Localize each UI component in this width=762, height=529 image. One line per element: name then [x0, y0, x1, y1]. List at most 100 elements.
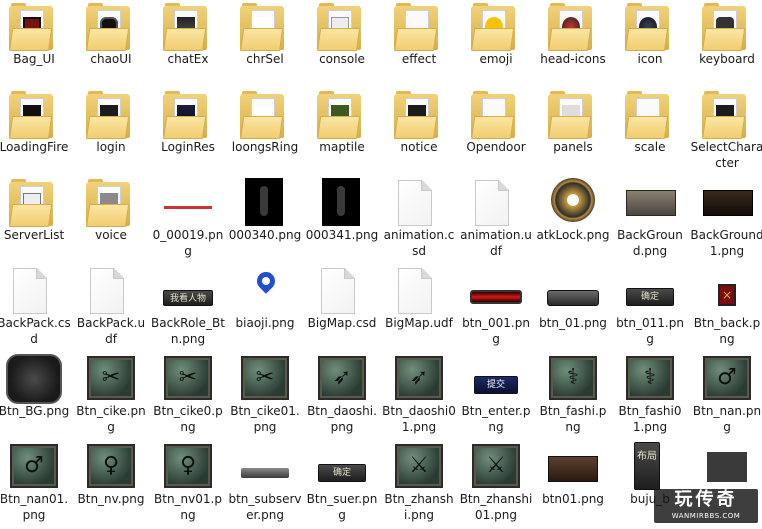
folder-item[interactable]: SelectCharacter: [689, 88, 762, 176]
file-item[interactable]: 提交 Btn_enter.png: [458, 352, 534, 440]
file-item[interactable]: biaoji.png: [227, 264, 303, 352]
image-thumbnail-icon: [227, 442, 303, 492]
image-thumbnail-icon: 确定: [304, 442, 380, 492]
file-item[interactable]: 000341.png: [304, 176, 380, 264]
item-label: LoadingFire: [0, 140, 69, 154]
folder-item[interactable]: voice: [73, 176, 149, 264]
folder-item[interactable]: console: [304, 0, 380, 88]
item-label: Bag_UI: [13, 52, 55, 66]
file-item[interactable]: ⚔ Btn_zhanshi.png: [381, 440, 457, 528]
folder-item[interactable]: emoji: [458, 0, 534, 88]
folder-item[interactable]: LoginRes: [150, 88, 226, 176]
item-label: maptile: [319, 140, 365, 154]
file-item[interactable]: atkLock.png: [535, 176, 611, 264]
file-item[interactable]: 确定 btn_011.png: [612, 264, 688, 352]
image-thumbnail-icon: [227, 178, 303, 228]
file-item[interactable]: ✂ Btn_cike0.png: [150, 352, 226, 440]
file-item[interactable]: ⚕ Btn_fashi.png: [535, 352, 611, 440]
folder-icon: [458, 2, 534, 52]
item-label: 000340.png: [228, 228, 302, 242]
file-item[interactable]: btn_001.png: [458, 264, 534, 352]
item-label: scale: [634, 140, 666, 154]
file-item[interactable]: ♀ Btn_nv.png: [73, 440, 149, 528]
folder-item[interactable]: Bag_UI: [0, 0, 72, 88]
file-icon: [381, 178, 457, 228]
folder-icon: [73, 178, 149, 228]
file-item[interactable]: btn_subserver.png: [227, 440, 303, 528]
folder-item[interactable]: notice: [381, 88, 457, 176]
image-thumbnail-icon: 提交: [458, 354, 534, 404]
image-thumbnail-icon: ✂: [227, 354, 303, 404]
folder-item[interactable]: Opendoor: [458, 88, 534, 176]
folder-icon: [0, 90, 72, 140]
file-item[interactable]: btn01.png: [535, 440, 611, 528]
item-label: LoginRes: [161, 140, 215, 154]
item-label: Btn_nv.png: [77, 492, 145, 506]
file-item[interactable]: 确定 Btn_suer.png: [304, 440, 380, 528]
file-item[interactable]: BackGround.png: [612, 176, 688, 264]
file-item[interactable]: Btn_BG.png: [0, 352, 72, 440]
item-label: btn_001.png: [462, 316, 530, 346]
folder-item[interactable]: maptile: [304, 88, 380, 176]
folder-icon: [535, 2, 611, 52]
file-item[interactable]: BigMap.csd: [304, 264, 380, 352]
folder-item[interactable]: panels: [535, 88, 611, 176]
file-item[interactable]: ♀ Btn_nv01.png: [150, 440, 226, 528]
file-item[interactable]: 我看人物 BackRole_Btn.png: [150, 264, 226, 352]
file-item[interactable]: ♂ Btn_nan01.png: [0, 440, 72, 528]
image-thumbnail-icon: 布局: [612, 442, 688, 492]
file-item[interactable]: BigMap.udf: [381, 264, 457, 352]
folder-item[interactable]: icon: [612, 0, 688, 88]
item-label: BackGround1.png: [690, 228, 762, 258]
file-item[interactable]: × Btn_back.png: [689, 264, 762, 352]
image-thumbnail-icon: [535, 266, 611, 316]
image-thumbnail-icon: ➶: [381, 354, 457, 404]
file-item[interactable]: BackPack.udf: [73, 264, 149, 352]
image-thumbnail-icon: [612, 178, 688, 228]
image-thumbnail-icon: [535, 178, 611, 228]
item-label: ServerList: [3, 228, 65, 242]
file-item[interactable]: animation.udf: [458, 176, 534, 264]
file-item[interactable]: BackPack.csd: [0, 264, 72, 352]
file-item[interactable]: 0_00019.png: [150, 176, 226, 264]
file-item[interactable]: btn_01.png: [535, 264, 611, 352]
folder-icon: [304, 2, 380, 52]
file-item[interactable]: 000340.png: [227, 176, 303, 264]
file-icon: [304, 266, 380, 316]
folder-icon: [73, 90, 149, 140]
folder-item[interactable]: chaoUI: [73, 0, 149, 88]
folder-icon: [73, 2, 149, 52]
file-item[interactable]: ✂ Btn_cike01.png: [227, 352, 303, 440]
folder-item[interactable]: LoadingFire: [0, 88, 72, 176]
item-label: Btn_cike01.png: [230, 404, 300, 434]
folder-item[interactable]: ServerList: [0, 176, 72, 264]
folder-item[interactable]: keyboard: [689, 0, 762, 88]
file-item[interactable]: ♂ Btn_nan.png: [689, 352, 762, 440]
image-thumbnail-icon: ➶: [304, 354, 380, 404]
file-item[interactable]: BackGround1.png: [689, 176, 762, 264]
watermark-logo: 玩传奇: [674, 489, 738, 510]
folder-item[interactable]: loongsRing: [227, 88, 303, 176]
folder-icon: [381, 2, 457, 52]
item-label: 0_00019.png: [152, 228, 224, 258]
file-item[interactable]: ➶ Btn_daoshi01.png: [381, 352, 457, 440]
item-label: Btn_suer.png: [306, 492, 378, 522]
folder-item[interactable]: chrSel: [227, 0, 303, 88]
item-label: console: [319, 52, 365, 66]
folder-item[interactable]: chatEx: [150, 0, 226, 88]
folder-icon: [150, 90, 226, 140]
folder-icon: [612, 2, 688, 52]
item-label: chrSel: [246, 52, 284, 66]
file-item[interactable]: ➶ Btn_daoshi.png: [304, 352, 380, 440]
image-thumbnail-icon: ♀: [150, 442, 226, 492]
file-item[interactable]: ⚔ Btn_zhanshi01.png: [458, 440, 534, 528]
folder-icon: [304, 90, 380, 140]
file-item[interactable]: ⚕ Btn_fashi01.png: [612, 352, 688, 440]
image-thumbnail-icon: ♂: [0, 442, 72, 492]
folder-item[interactable]: effect: [381, 0, 457, 88]
file-item[interactable]: animation.csd: [381, 176, 457, 264]
file-item[interactable]: ✂ Btn_cike.png: [73, 352, 149, 440]
folder-item[interactable]: login: [73, 88, 149, 176]
folder-item[interactable]: scale: [612, 88, 688, 176]
folder-item[interactable]: head-icons: [535, 0, 611, 88]
